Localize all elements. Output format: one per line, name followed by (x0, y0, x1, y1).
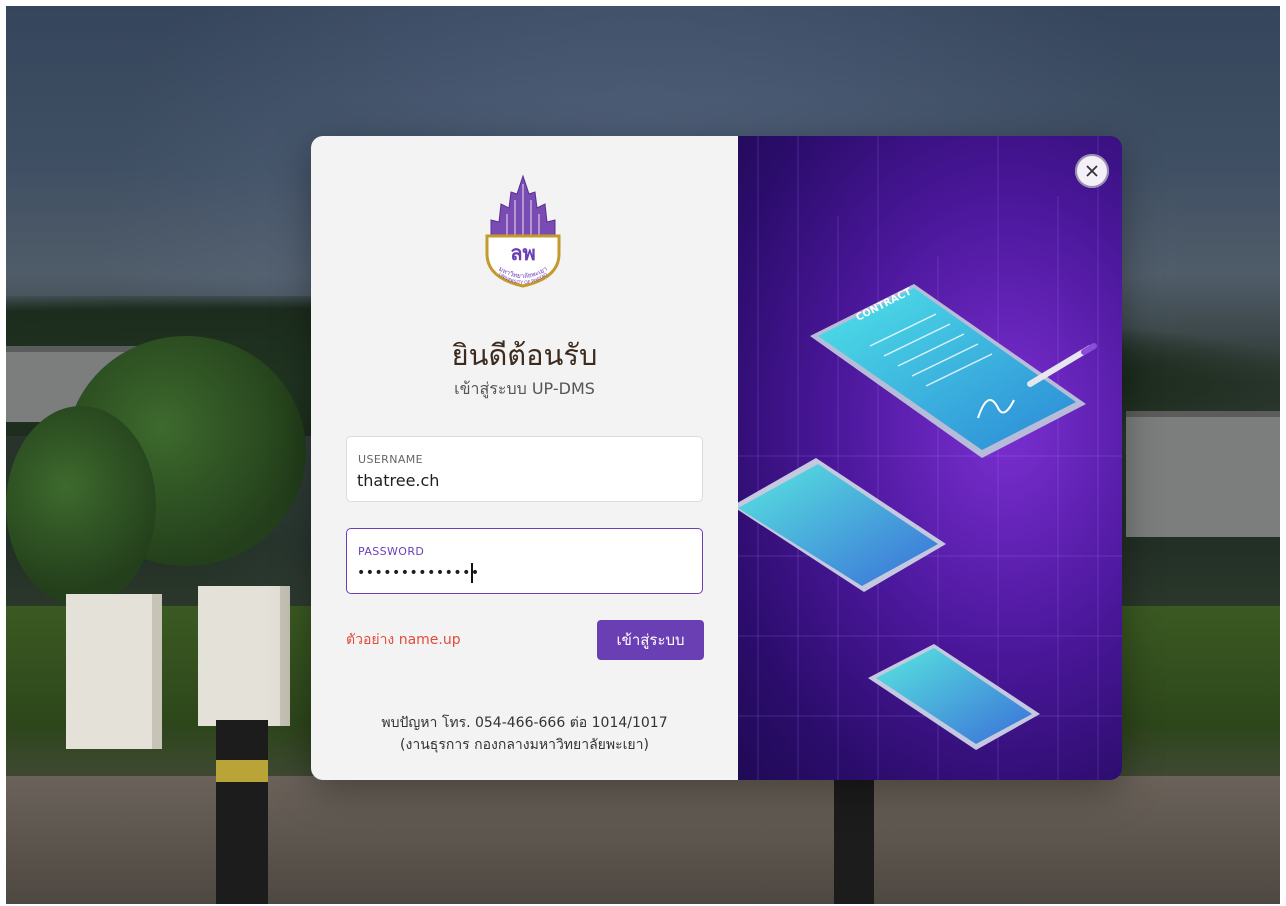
illustration-panel: CONTRACT (738, 136, 1122, 780)
background-building-right (1126, 411, 1280, 537)
contact-department: (งานธุรการ กองกลางมหาวิทยาลัยพะเยา) (400, 737, 649, 753)
password-field[interactable]: PASSWORD •••••••••••••• (346, 528, 703, 594)
welcome-subtitle: เข้าสู่ระบบ UP-DMS (454, 379, 595, 398)
username-hint: ตัวอย่าง name.up (346, 632, 461, 648)
background-bollard (834, 766, 874, 904)
background-pavement (6, 776, 1280, 904)
phones-illustration: CONTRACT (738, 136, 1122, 780)
password-input[interactable]: •••••••••••••• (357, 565, 687, 581)
logo-emblem: ลพ (510, 241, 535, 265)
login-modal: ลพ มหาวิทยาลัยพะเยา UNIVERSITY OF PHAYAO… (311, 136, 1122, 780)
background-bollard (216, 720, 268, 904)
phone-bottom (868, 644, 1040, 750)
close-icon (1086, 165, 1098, 177)
background-letter-u (66, 594, 162, 749)
login-button[interactable]: เข้าสู่ระบบ (597, 620, 704, 660)
background-tree (6, 406, 156, 606)
university-logo: ลพ มหาวิทยาลัยพะเยา UNIVERSITY OF PHAYAO (485, 174, 561, 288)
username-label: USERNAME (358, 453, 424, 466)
page: ลพ มหาวิทยาลัยพะเยา UNIVERSITY OF PHAYAO… (0, 0, 1286, 906)
username-field[interactable]: USERNAME (346, 436, 703, 502)
contact-info: พบปัญหา โทร. 054-466-666 ต่อ 1014/1017 (… (311, 712, 738, 756)
phone-middle (738, 458, 946, 592)
welcome-title: ยินดีต้อนรับ (451, 338, 598, 372)
background-letter-n (198, 586, 290, 726)
password-label: PASSWORD (358, 545, 425, 558)
login-panel: ลพ มหาวิทยาลัยพะเยา UNIVERSITY OF PHAYAO… (311, 136, 738, 780)
close-button[interactable] (1075, 154, 1109, 188)
username-input[interactable] (357, 471, 687, 490)
text-caret (471, 563, 473, 583)
contact-phone: พบปัญหา โทร. 054-466-666 ต่อ 1014/1017 (381, 715, 668, 731)
phone-contract: CONTRACT (810, 284, 1097, 458)
